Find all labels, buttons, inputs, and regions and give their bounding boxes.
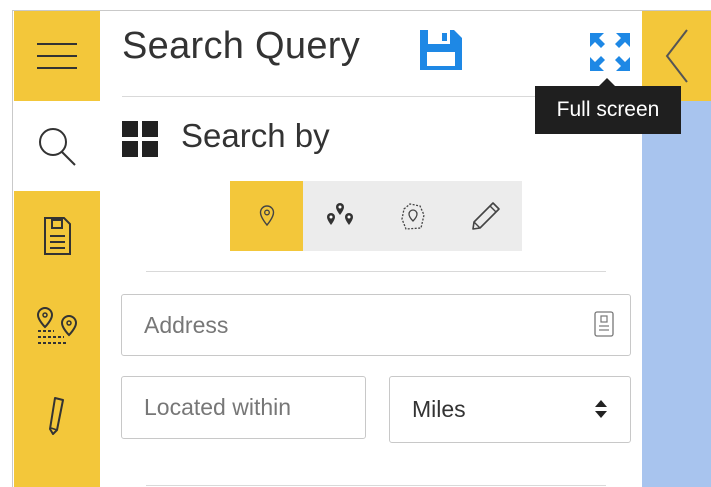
search-panel: Search Query Search by Address Located w…: [100, 11, 642, 487]
area-pin-icon: [400, 203, 425, 230]
pencil-icon: [49, 397, 64, 435]
grid-icon: [122, 121, 158, 162]
sidebar-item-search[interactable]: [14, 101, 100, 191]
mode-draw-button[interactable]: [449, 181, 522, 251]
bottom-divider: [146, 485, 606, 486]
mode-divider: [146, 271, 606, 272]
sidebar-item-save[interactable]: [14, 191, 100, 281]
select-caret-icon: [594, 397, 608, 426]
panel-title: Search Query: [122, 25, 361, 67]
multi-pin-icon: [326, 203, 353, 225]
route-icon: [36, 306, 78, 344]
address-placeholder: Address: [144, 312, 229, 338]
sidebar-item-draw[interactable]: [14, 371, 100, 461]
expand-icon: [590, 33, 630, 71]
search-by-label: Search by: [181, 117, 330, 154]
sidebar-item-route[interactable]: [14, 281, 100, 371]
mode-point-button[interactable]: [230, 181, 303, 251]
mode-multi-point-button[interactable]: [303, 181, 376, 251]
units-selected-value: Miles: [412, 396, 466, 422]
floppy-disk-icon: [420, 30, 462, 70]
mode-area-button[interactable]: [376, 181, 449, 251]
app-frame: Search Query Search by Address Located w…: [0, 0, 711, 487]
menu-button[interactable]: [14, 11, 100, 101]
save-query-button[interactable]: [418, 28, 464, 77]
search-mode-toolbar: [230, 181, 522, 251]
full-screen-tooltip: Full screen: [535, 78, 681, 134]
located-within-placeholder: Located within: [144, 394, 292, 420]
map-pin-icon: [259, 205, 274, 227]
located-within-input[interactable]: Located within: [121, 376, 366, 439]
menu-icon: [37, 43, 77, 69]
units-select[interactable]: Miles: [389, 376, 631, 443]
contact-card-icon[interactable]: [594, 311, 614, 342]
chevron-left-icon: [665, 29, 688, 83]
full-screen-button[interactable]: [588, 31, 632, 78]
search-icon: [39, 128, 76, 166]
save-icon: [44, 217, 71, 255]
pencil-icon: [471, 202, 500, 230]
address-input[interactable]: Address: [121, 294, 631, 356]
sidebar: [14, 11, 100, 487]
